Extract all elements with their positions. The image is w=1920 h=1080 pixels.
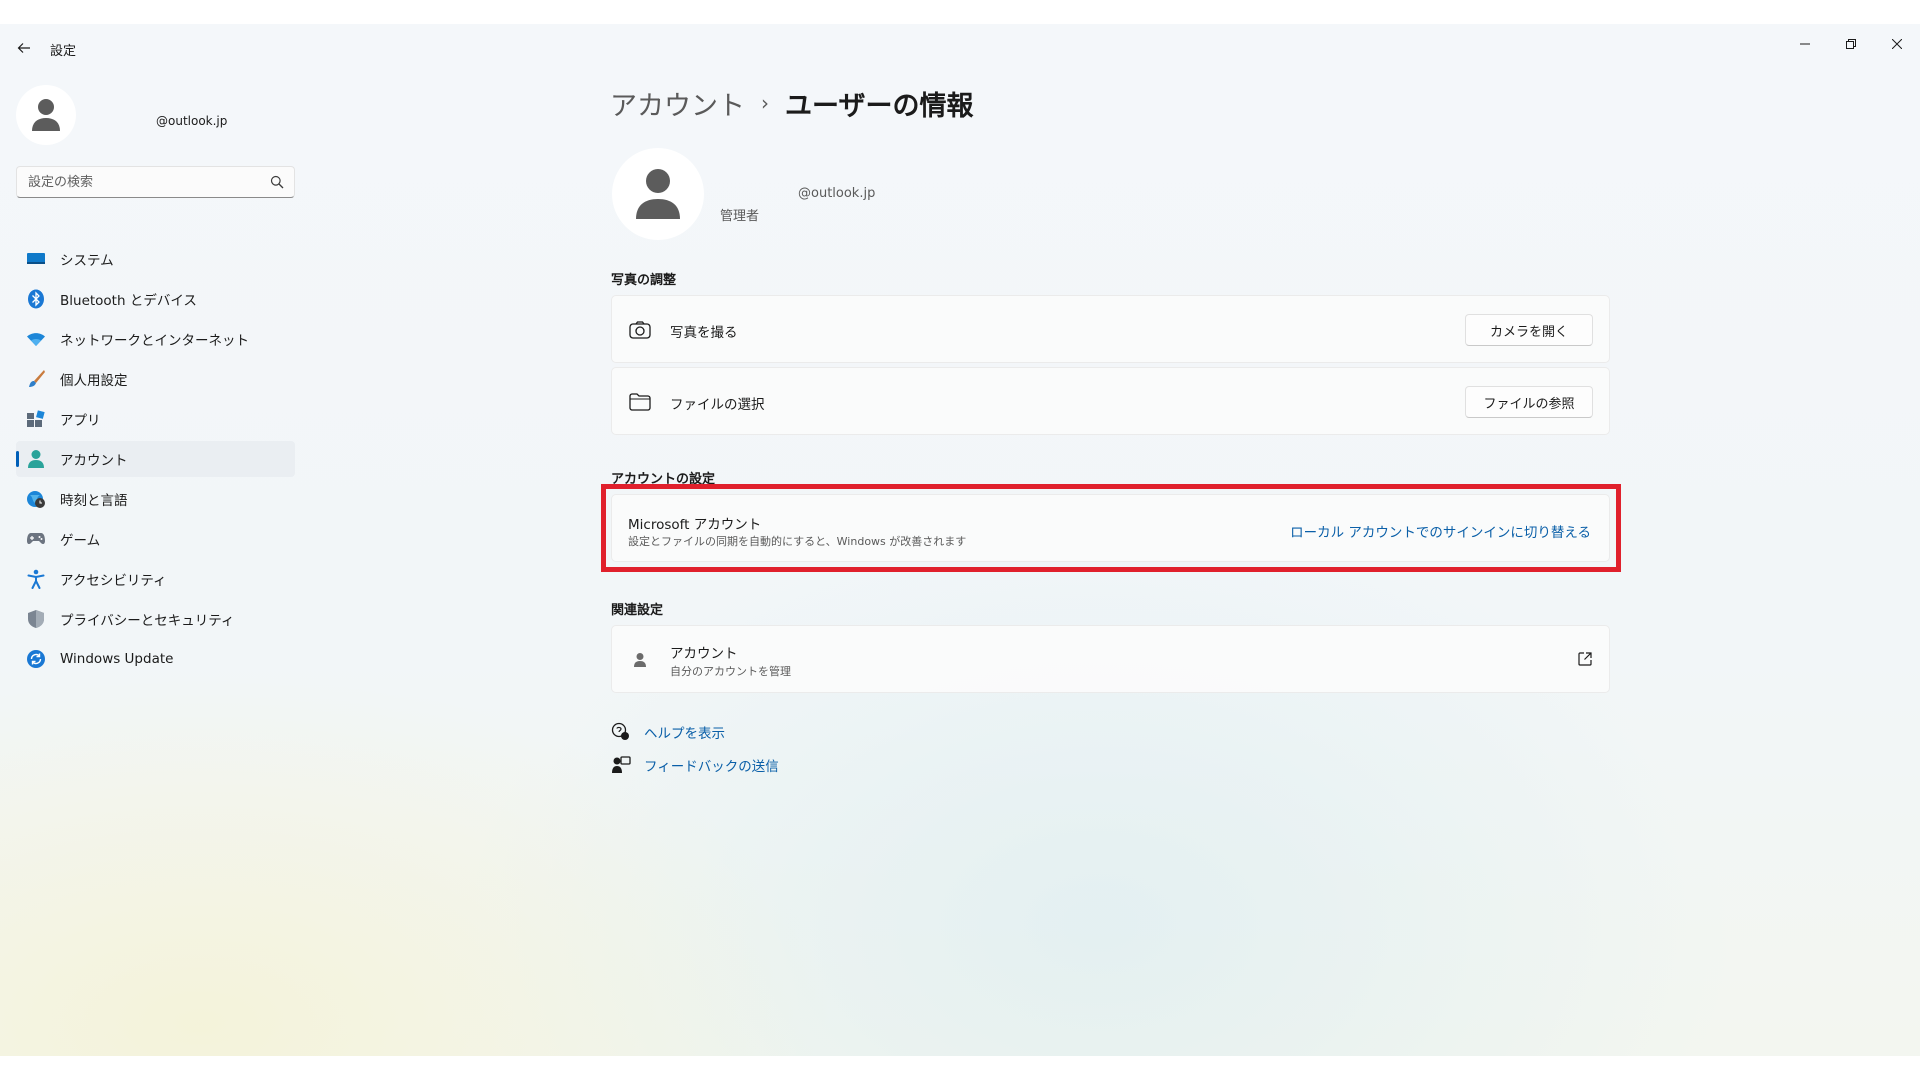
sidebar-item-label: プライバシーとセキュリティ [60,613,235,629]
photo-section-title: 写真の調整 [611,273,677,288]
sidebar-item-label: ネットワークとインターネット [60,333,249,349]
close-icon [1892,39,1902,49]
breadcrumb-parent[interactable]: アカウント [610,84,745,123]
shield-icon [26,609,46,629]
sidebar-item-label: Windows Update [60,651,174,667]
accessibility-icon [26,569,46,589]
sidebar-item-privacy[interactable]: プライバシーとセキュリティ [16,601,295,637]
related-section-title: 関連設定 [611,603,664,618]
open-camera-button[interactable]: カメラを開く [1465,314,1593,346]
camera-icon [629,320,651,340]
folder-icon [629,392,651,412]
user-role: 管理者 [720,209,760,224]
minimize-button[interactable] [1782,28,1828,60]
choose-file-card: ファイルの選択 ファイルの参照 [611,367,1610,435]
sidebar-item-personalization[interactable]: 個人用設定 [16,361,295,397]
user-email: @outlook.jp [798,186,876,201]
user-avatar [612,148,704,240]
browse-files-button[interactable]: ファイルの参照 [1465,386,1593,418]
globe-clock-icon [26,489,46,509]
sidebar-item-apps[interactable]: アプリ [16,401,295,437]
sidebar-item-windows-update[interactable]: Windows Update [16,641,295,677]
help-icon [611,722,631,742]
sidebar-item-label: アカウント [60,453,128,469]
get-help-link[interactable]: ヘルプを表示 [611,722,725,742]
profile-avatar[interactable] [16,85,76,145]
search-input[interactable] [17,167,257,197]
take-photo-card: 写真を撮る カメラを開く [611,295,1610,363]
sidebar-item-label: アプリ [60,413,101,429]
sidebar-item-accessibility[interactable]: アクセシビリティ [16,561,295,597]
minimize-icon [1800,43,1810,45]
app-title: 設定 [50,44,77,59]
account-icon [26,449,46,469]
sidebar-nav: システム Bluetooth とデバイス ネットワークとインターネット 個人用設… [16,241,295,681]
external-link-icon [1578,652,1592,666]
breadcrumb-separator: › [761,91,769,115]
bluetooth-icon [26,289,46,309]
sidebar-item-system[interactable]: システム [16,241,295,277]
restore-icon [1846,39,1856,49]
breadcrumb: アカウント › ユーザーの情報 [610,79,973,127]
feedback-icon [611,755,631,775]
arrow-left-icon [17,43,30,53]
profile-email: @outlook.jp [156,114,228,128]
send-feedback-link[interactable]: フィードバックの送信 [611,755,779,775]
accounts-related-card[interactable]: アカウント 自分のアカウントを管理 [611,625,1610,693]
person-icon [636,169,680,219]
sidebar-item-label: Bluetooth とデバイス [60,293,197,309]
sidebar-item-network[interactable]: ネットワークとインターネット [16,321,295,357]
sidebar-item-label: システム [60,253,114,269]
search-box[interactable] [16,166,295,198]
sidebar-item-label: ゲーム [60,533,101,549]
person-icon [629,650,651,670]
title-bar: 設定 [0,24,1920,72]
apps-icon [26,409,46,429]
maximize-button[interactable] [1828,28,1874,60]
sidebar-item-label: 時刻と言語 [60,493,128,509]
send-feedback-label[interactable]: フィードバックの送信 [644,755,779,775]
accounts-related-subtitle: 自分のアカウントを管理 [670,665,791,678]
get-help-label[interactable]: ヘルプを表示 [644,722,725,742]
wifi-icon [26,329,46,349]
search-icon [270,175,284,189]
person-icon [32,99,60,131]
sidebar-item-gaming[interactable]: ゲーム [16,521,295,557]
close-button[interactable] [1874,28,1920,60]
page-title: ユーザーの情報 [785,90,974,122]
sidebar-item-label: アクセシビリティ [60,573,167,589]
update-icon [26,649,46,669]
choose-file-label: ファイルの選択 [670,397,765,413]
sidebar-item-accounts[interactable]: アカウント [16,441,295,477]
brush-icon [26,369,46,389]
take-photo-label: 写真を撮る [670,325,738,341]
sidebar-item-bluetooth[interactable]: Bluetooth とデバイス [16,281,295,317]
sidebar-item-label: 個人用設定 [60,373,128,389]
gamepad-icon [26,529,46,549]
sidebar-item-time-language[interactable]: 時刻と言語 [16,481,295,517]
highlight-box [601,484,1621,572]
system-icon [26,249,46,269]
accounts-related-title: アカウント [670,646,738,662]
settings-window: 設定 @outlook.jp システム Bluetooth とデバイス ネッ [0,24,1920,1056]
back-button[interactable] [12,36,36,60]
